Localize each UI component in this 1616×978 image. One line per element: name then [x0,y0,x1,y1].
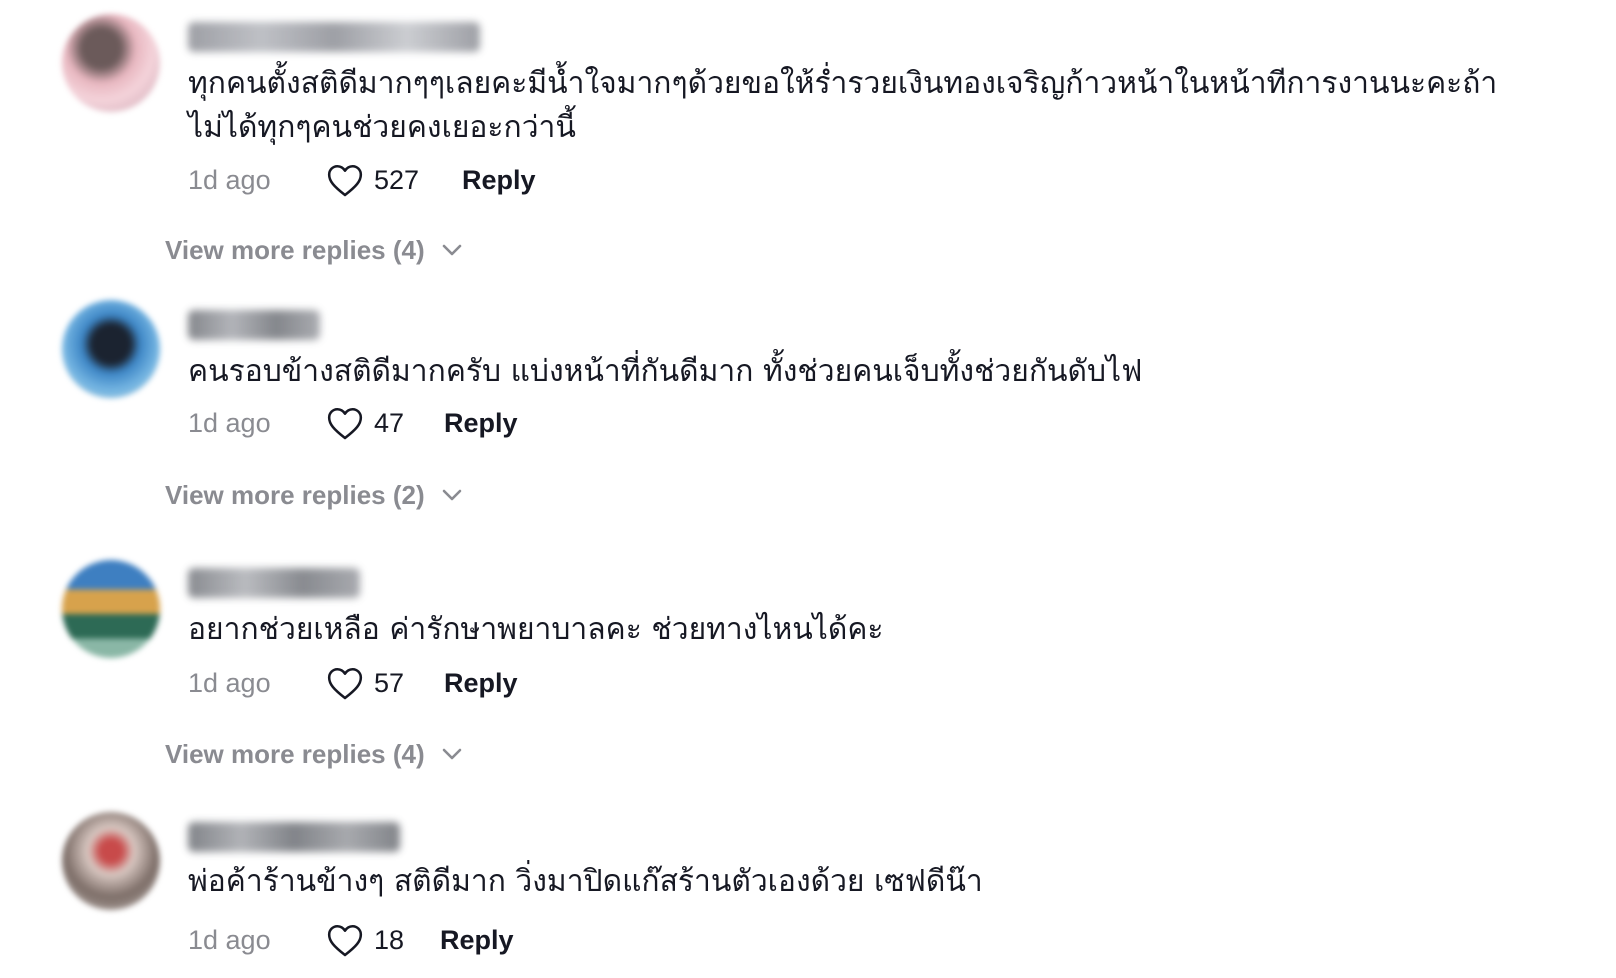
comment-meta: 1d ago 57 Reply [188,663,518,703]
like-count: 47 [374,407,405,438]
heart-outline-icon [327,924,363,957]
reply-button[interactable]: Reply [444,408,518,439]
chevron-down-icon [442,748,461,760]
comment-meta: 1d ago 47 Reply [188,403,518,443]
view-more-replies-button[interactable]: View more replies (4) [165,230,463,270]
heart-outline-icon [327,164,363,197]
avatar[interactable] [62,14,160,112]
username-blurred[interactable] [188,568,360,598]
comment-time: 1d ago [188,924,271,955]
username-blurred[interactable] [188,22,480,52]
view-more-replies-button[interactable]: View more replies (4) [165,734,463,774]
view-more-replies-button[interactable]: View more replies (2) [165,475,463,515]
avatar[interactable] [62,560,160,658]
comment-time: 1d ago [188,164,271,195]
like-button[interactable]: 18 [326,922,440,958]
view-more-replies-label: View more replies (4) [165,234,425,265]
reply-button[interactable]: Reply [444,668,518,699]
heart-outline-icon [327,407,363,440]
like-button[interactable]: 57 [326,665,444,701]
like-button[interactable]: 527 [326,162,462,198]
view-more-replies-label: View more replies (4) [165,738,425,769]
chevron-down-icon [442,244,461,256]
like-button[interactable]: 47 [326,405,444,441]
comment-meta: 1d ago 18 Reply [188,920,514,960]
comment-text: พ่อค้าร้านข้างๆ สติดีมาก วิ่งมาปิดแก๊สร้… [188,864,983,899]
comment-meta: 1d ago 527 Reply [188,160,536,200]
like-count: 527 [374,164,420,195]
username-blurred[interactable] [188,310,320,340]
comment-text: คนรอบข้างสติดีมากครับ แบ่งหน้าที่กันดีมา… [188,354,1143,389]
avatar[interactable] [62,300,160,398]
comment-text: อยากช่วยเหลือ ค่ารักษาพยาบาลคะ ช่วยทางไห… [188,612,884,647]
comment-time: 1d ago [188,667,271,698]
username-blurred[interactable] [188,822,400,852]
reply-button[interactable]: Reply [462,165,536,196]
reply-button[interactable]: Reply [440,925,514,956]
like-count: 18 [374,924,405,955]
avatar[interactable] [62,812,160,910]
comment-time: 1d ago [188,407,271,438]
comment-text: ทุกคนตั้งสติดีมากๆๆเลยคะมีน้ำใจมากๆด้วยข… [188,66,1498,145]
chevron-down-icon [442,489,461,501]
heart-outline-icon [327,667,363,700]
like-count: 57 [374,667,405,698]
view-more-replies-label: View more replies (2) [165,479,425,510]
